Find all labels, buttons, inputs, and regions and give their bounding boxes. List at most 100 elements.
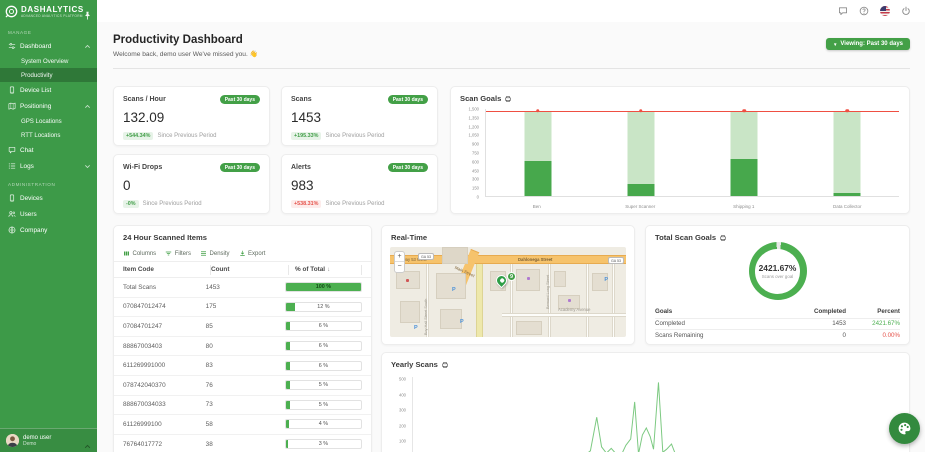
column-header-pct[interactable]: % of Total ↓	[289, 264, 362, 275]
goal-line	[486, 110, 899, 112]
map-parking-icon: P	[460, 319, 464, 325]
percent-bar: 6 %	[284, 321, 363, 332]
table-row[interactable]: 88867003403 80 6 %	[114, 337, 371, 357]
cell-count: 85	[205, 322, 213, 330]
power-icon[interactable]	[901, 6, 911, 16]
goal-line-marker	[535, 108, 540, 113]
pin-sidebar-icon[interactable]	[83, 7, 92, 20]
actual-bar	[833, 193, 861, 196]
sidebar-item-chat[interactable]: Chat	[0, 142, 97, 158]
table-row[interactable]: 070847012474 175 12 %	[114, 298, 371, 318]
scan-goals-plot	[485, 108, 899, 197]
export-icon	[239, 250, 246, 257]
print-icon[interactable]	[504, 95, 512, 103]
sidebar-user-footer[interactable]: demo user Demo	[0, 428, 97, 452]
period-badge: Past 30 days	[387, 95, 428, 104]
sidebar-item-label: Chat	[20, 146, 34, 154]
viewing-period-button[interactable]: ▼ Viewing: Past 30 days	[825, 38, 910, 50]
sidebar-item-positioning[interactable]: Positioning	[0, 98, 97, 114]
stat-delta: -0%	[123, 200, 139, 208]
map-route-shield: GA 53	[418, 253, 434, 260]
map-marker-count-badge[interactable]: 9	[507, 272, 516, 281]
map-parking-icon: P	[452, 287, 456, 293]
cell-item-code: 76764017772	[123, 440, 163, 448]
stat-card-scans: Scans Past 30 days 1453 +195.33% Since Previ…	[281, 86, 438, 146]
goals-table: Goals Completed Percent Completed 1453 2…	[655, 306, 900, 341]
table-row[interactable]: 76764017772 38 3 %	[114, 435, 371, 452]
sidebar-item-users[interactable]: Users	[0, 206, 97, 222]
donut-chart: 2421.67% Scans over goal	[646, 242, 909, 300]
column-header-count[interactable]: Count	[211, 264, 289, 275]
sidebar-item-system-overview[interactable]: System Overview	[0, 54, 97, 68]
sidebar-menu: MANAGE Dashboard System Overview Productivi…	[0, 22, 97, 428]
stat-card-alerts: Alerts Past 30 days 983 +538.31% Since Previ…	[281, 154, 438, 214]
realtime-card: Real-Time Dahlonega Street Main Street H…	[381, 225, 635, 345]
theme-customizer-fab[interactable]	[889, 413, 920, 444]
sidebar-item-device-list[interactable]: Device List	[0, 82, 97, 98]
map-street-label: Academy Avenue	[558, 307, 591, 312]
device-icon	[8, 194, 16, 202]
scanned-items-card: 24 Hour Scanned Items Columns Filters Dens…	[113, 225, 372, 452]
scanned-items-title: 24 Hour Scanned Items	[123, 233, 207, 242]
map-building	[516, 269, 540, 291]
toolbar-label: Columns	[132, 250, 157, 257]
zoom-in-button[interactable]: +	[395, 252, 404, 262]
sidebar-item-rtt-locations[interactable]: RTT Locations	[0, 128, 97, 142]
table-row[interactable]: Total Scans 1453 100 %	[114, 278, 371, 298]
us-flag-language-icon[interactable]	[880, 6, 890, 16]
sidebar-item-devices[interactable]: Devices	[0, 190, 97, 206]
help-icon[interactable]	[859, 6, 869, 16]
sidebar-item-logs[interactable]: Logs	[0, 158, 97, 174]
sidebar-item-company[interactable]: Company	[0, 222, 97, 238]
goals-table-row: Completed 1453 2421.67%	[655, 317, 900, 330]
y-tick-label: 400	[399, 392, 406, 398]
table-row[interactable]: 07084701247 85 6 %	[114, 317, 371, 337]
table-row[interactable]: 611269991000 83 6 %	[114, 356, 371, 376]
map-building	[400, 301, 420, 323]
map-poi	[568, 299, 571, 302]
toolbar-density-button[interactable]: Density	[200, 250, 230, 257]
table-toolbar: Columns Filters Density Export	[114, 242, 371, 261]
table-row[interactable]: 61126999100 58 4 %	[114, 415, 371, 435]
column-header-item-code[interactable]: Item Code	[123, 264, 211, 275]
y-tick-label: 500	[399, 376, 406, 382]
sidebar-item-gps-locations[interactable]: GPS Locations	[0, 114, 97, 128]
y-tick-label: 300	[399, 407, 406, 413]
sidebar-item-label: Dashboard	[20, 42, 52, 50]
print-icon[interactable]	[441, 361, 449, 369]
stat-delta: +544.34%	[123, 132, 154, 140]
print-icon[interactable]	[719, 234, 727, 242]
map-route-shield: GA 53	[608, 257, 624, 264]
sidebar-item-productivity[interactable]: Productivity	[0, 68, 97, 82]
map-building	[554, 271, 566, 287]
zoom-out-button[interactable]: −	[395, 262, 404, 272]
sidebar-item-label: Device List	[20, 86, 52, 94]
realtime-map[interactable]: Dahlonega Street Main Street Highway 53 …	[390, 247, 626, 337]
cell-count: 38	[205, 440, 213, 448]
stat-card-scans-hour: Scans / Hour Past 30 days 132.09 +544.34% Si…	[113, 86, 270, 146]
goal-line-marker	[639, 108, 643, 113]
percent-label: 12 %	[317, 303, 330, 310]
goal-bar	[833, 110, 861, 196]
stat-title: Wi-Fi Drops	[123, 164, 163, 171]
stat-value: 983	[291, 178, 314, 193]
toolbar-export-button[interactable]: Export	[239, 250, 265, 257]
x-tick-label: Ben	[532, 204, 541, 209]
sort-desc-icon: ↓	[327, 266, 331, 273]
toolbar-columns-button[interactable]: Columns	[123, 250, 156, 257]
toolbar-filters-button[interactable]: Filters	[165, 250, 191, 257]
yearly-scans-chart: 5004003002001000	[390, 377, 899, 452]
chat-icon[interactable]	[838, 6, 848, 16]
sidebar-item-dashboard[interactable]: Dashboard	[0, 38, 97, 54]
donut-percent: 2421.67%	[758, 263, 797, 273]
sidebar-item-label: Positioning	[20, 102, 52, 110]
cell-count: 73	[205, 401, 213, 409]
cell-count: 58	[205, 420, 213, 428]
sidebar-logo-row: DASHALYTICS ADVANCED ANALYTICS PLATFORM	[0, 0, 97, 22]
table-row[interactable]: 888670034033 73 5 %	[114, 396, 371, 416]
scan-goals-x-axis: Ben Super Scanner Shipping 1 Data Collector	[485, 204, 899, 209]
table-row[interactable]: 078742040370 76 5 %	[114, 376, 371, 396]
goals-table-row: Scans Remaining 0 0.00%	[655, 329, 900, 341]
y-tick-label: 100	[399, 438, 406, 444]
topbar	[97, 0, 925, 22]
